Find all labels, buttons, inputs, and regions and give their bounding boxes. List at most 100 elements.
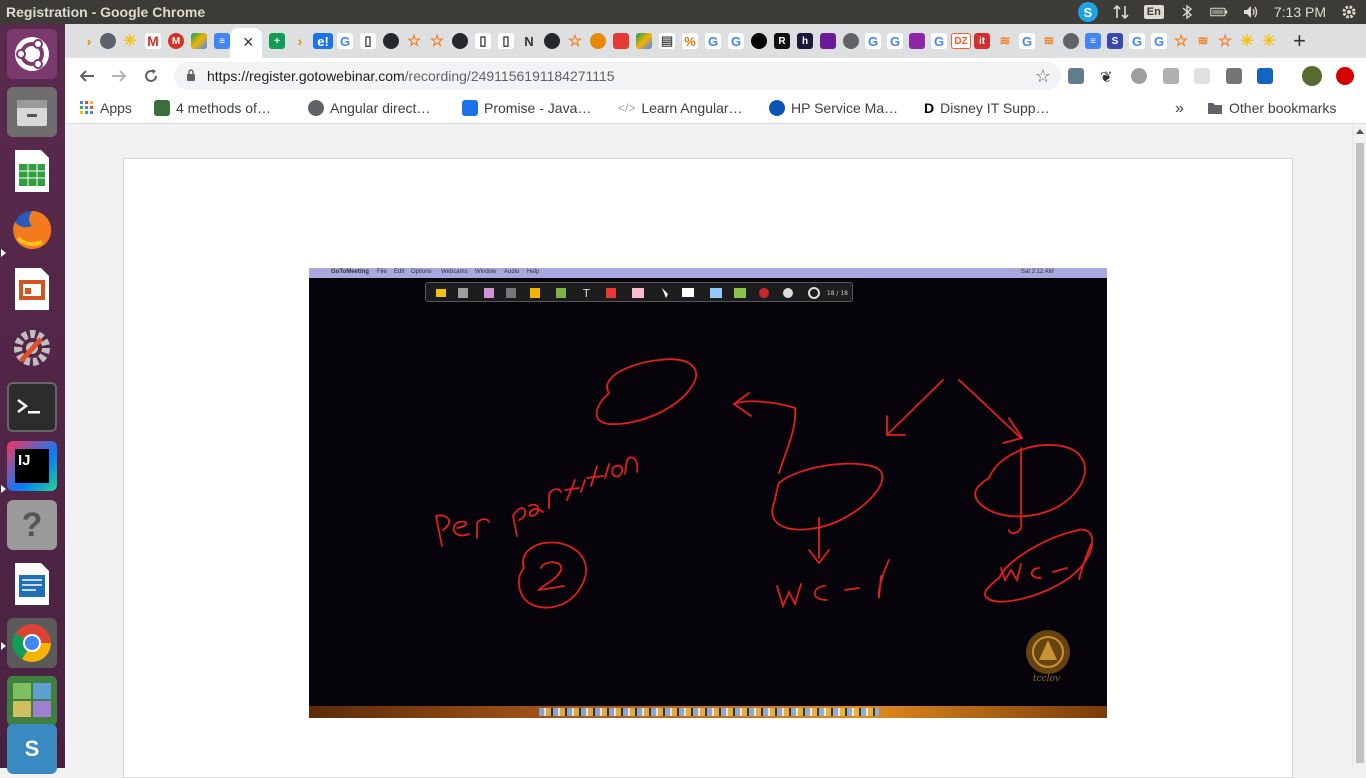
battery-icon[interactable] <box>1210 3 1228 21</box>
camera-icon[interactable] <box>1226 68 1242 84</box>
extension-icon[interactable] <box>1068 68 1084 84</box>
tab-google-icon[interactable]: G <box>728 33 744 49</box>
settings-gear-icon[interactable] <box>1340 3 1358 21</box>
files-icon[interactable] <box>7 87 57 137</box>
address-bar[interactable]: https://register.gotowebinar.com/recordi… <box>174 62 1061 90</box>
system-settings-icon[interactable] <box>7 323 57 373</box>
tab-star-icon[interactable]: ☆ <box>1217 33 1233 50</box>
scroll-thumb[interactable] <box>1356 143 1364 763</box>
tab-google-icon[interactable]: G <box>1151 33 1167 49</box>
bookmark-item[interactable]: 4 methods of… <box>154 100 271 116</box>
recording-video-player[interactable]: GoToMeeting File Edit Options Webcams Wi… <box>309 268 1107 718</box>
tab-book-icon[interactable]: ▯ <box>475 33 491 49</box>
tab-globe-icon[interactable] <box>843 33 859 49</box>
bookmark-item[interactable]: Angular direct… <box>308 100 430 116</box>
update-alert-icon[interactable] <box>1336 67 1354 85</box>
reload-button[interactable] <box>140 65 162 87</box>
tab-github-icon[interactable] <box>383 33 399 49</box>
language-indicator[interactable]: En <box>1143 5 1164 19</box>
tab-red-circle-icon[interactable]: M <box>168 33 184 49</box>
tab-shelf-icon[interactable]: ▤ <box>659 33 675 49</box>
tab-stack-icon[interactable] <box>613 33 629 49</box>
tab-google-icon[interactable]: G <box>865 33 881 49</box>
extension-icon[interactable] <box>1194 68 1210 84</box>
workspace-switcher-icon[interactable] <box>7 676 57 726</box>
tab-it-icon[interactable]: it <box>974 33 990 49</box>
forward-button[interactable] <box>108 65 130 87</box>
paw-extension-icon[interactable]: ❦ <box>1100 68 1116 86</box>
tab-purple-icon[interactable] <box>820 33 836 49</box>
tab-google-icon[interactable]: G <box>1129 33 1145 49</box>
tab-drive-icon[interactable] <box>191 33 207 49</box>
tab-chevron-icon[interactable]: › <box>81 33 97 49</box>
tab-s-icon[interactable]: S <box>1107 33 1123 49</box>
tab-google-icon[interactable]: G <box>1019 33 1035 49</box>
ubuntu-dash-icon[interactable] <box>7 29 57 79</box>
tab-walmart-icon[interactable]: ✳ <box>1261 33 1277 50</box>
help-icon[interactable]: ? <box>7 500 57 550</box>
clock[interactable]: 7:13 PM <box>1274 4 1326 20</box>
tab-star-icon[interactable]: ☆ <box>406 33 422 50</box>
tab-book-icon[interactable]: ▯ <box>360 33 376 49</box>
tab-dark-circle-icon[interactable] <box>751 33 767 49</box>
chrome-icon[interactable] <box>7 618 57 668</box>
tab-star-icon[interactable]: ☆ <box>429 33 445 50</box>
bluetooth-icon[interactable] <box>1178 3 1196 21</box>
tab-google-icon[interactable]: G <box>705 33 721 49</box>
tab-h-icon[interactable]: h <box>797 33 813 49</box>
volume-icon[interactable] <box>1242 3 1260 21</box>
libreoffice-impress-icon[interactable] <box>7 264 57 314</box>
tab-chevron-icon[interactable]: › <box>292 33 308 49</box>
terminal-icon[interactable] <box>7 382 57 432</box>
bookmark-item[interactable]: </> Learn Angular… <box>618 100 743 116</box>
tab-percent-icon[interactable]: % <box>682 33 698 49</box>
libreoffice-calc-icon[interactable] <box>7 146 57 196</box>
page-scrollbar[interactable] <box>1352 125 1366 768</box>
tab-stackoverflow-icon[interactable]: ≋ <box>997 33 1013 49</box>
tab-docs-icon[interactable]: ≡ <box>214 33 230 49</box>
bookmark-item[interactable]: HP Service Ma… <box>769 100 898 116</box>
tab-graduation-icon[interactable] <box>909 33 925 49</box>
software-updater-icon[interactable]: S <box>7 724 57 774</box>
scroll-up-arrow-icon[interactable] <box>1356 129 1364 134</box>
tab-github-icon[interactable] <box>452 33 468 49</box>
tab-walmart-icon[interactable]: ✳ <box>1239 33 1255 50</box>
firefox-icon[interactable] <box>7 205 57 255</box>
other-bookmarks[interactable]: Other bookmarks <box>1207 100 1336 116</box>
tab-active[interactable]: × <box>230 28 262 58</box>
tab-docs-icon[interactable]: ≡ <box>1085 33 1101 49</box>
skype-icon[interactable]: S <box>1077 2 1098 22</box>
extension-icon[interactable] <box>1131 68 1147 84</box>
network-transfer-icon[interactable] <box>1112 3 1130 21</box>
tab-book-icon[interactable]: ▯ <box>498 33 514 49</box>
tab-e-icon[interactable]: e! <box>313 33 333 49</box>
tab-drive-icon[interactable] <box>636 33 652 49</box>
tab-google-icon[interactable]: G <box>931 33 947 49</box>
tab-orange-circle-icon[interactable] <box>590 33 606 49</box>
extension-icon[interactable] <box>1163 68 1179 84</box>
tab-globe-icon[interactable] <box>1063 33 1079 49</box>
intellij-idea-icon[interactable]: IJ <box>7 441 57 491</box>
bookmark-star-icon[interactable]: ☆ <box>1035 66 1051 87</box>
bookmark-item[interactable]: Promise - Java… <box>462 100 591 116</box>
tab-google-icon[interactable]: G <box>887 33 903 49</box>
tab-sheets-icon[interactable]: + <box>269 33 285 49</box>
tab-walmart-icon[interactable]: ✳ <box>122 33 138 50</box>
libreoffice-writer-icon[interactable] <box>7 559 57 609</box>
tab-github-icon[interactable] <box>544 33 560 49</box>
profile-avatar[interactable] <box>1302 66 1322 86</box>
tab-gmail-icon[interactable]: M <box>145 33 161 49</box>
tab-google-icon[interactable]: G <box>337 33 353 49</box>
tab-r-icon[interactable]: R <box>774 33 790 49</box>
tab-star-icon[interactable]: ☆ <box>1173 33 1189 50</box>
tab-stackoverflow-icon[interactable]: ≋ <box>1041 33 1057 49</box>
tab-close-icon[interactable]: × <box>243 32 254 53</box>
window-extension-icon[interactable] <box>1257 68 1273 84</box>
tab-stackoverflow-icon[interactable]: ≋ <box>1195 33 1211 49</box>
tab-dz-icon[interactable]: DZ <box>951 33 971 49</box>
tab-n-icon[interactable]: N <box>521 33 537 49</box>
bookmark-apps[interactable]: Apps <box>80 100 132 116</box>
tab-globe-icon[interactable] <box>100 33 116 49</box>
url-text[interactable]: https://register.gotowebinar.com/recordi… <box>207 68 615 84</box>
bookmark-item[interactable]: D Disney IT Supp… <box>924 100 1050 116</box>
